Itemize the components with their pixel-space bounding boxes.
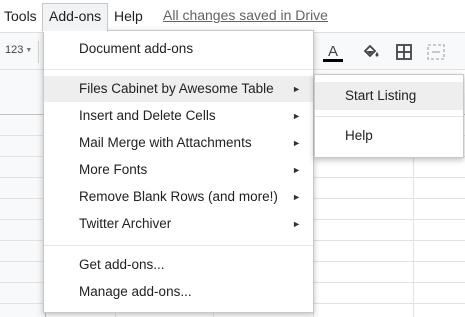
menu-item-manage-addons[interactable]: Manage add-ons...	[44, 279, 313, 305]
menu-item-insert-delete-cells[interactable]: Insert and Delete Cells ►	[44, 103, 313, 129]
menu-item-label: Manage add-ons...	[79, 284, 192, 299]
menu-item-label: More Fonts	[79, 162, 148, 177]
saved-status-link[interactable]: All changes saved in Drive	[163, 7, 328, 23]
menu-addons[interactable]: Add-ons	[42, 3, 109, 32]
menu-item-files-cabinet[interactable]: Files Cabinet by Awesome Table ►	[44, 76, 313, 102]
menu-help[interactable]: Help	[108, 4, 149, 28]
menu-divider	[44, 245, 313, 246]
menu-item-label: Twitter Archiver	[79, 216, 172, 231]
menu-item-document-addons[interactable]: Document add-ons	[44, 36, 313, 62]
more-formats-button[interactable]: 123 ▼	[5, 44, 32, 56]
submenu-arrow-icon: ►	[292, 192, 301, 202]
menu-item-label: Get add-ons...	[79, 257, 165, 272]
toolbar-divider	[38, 41, 39, 63]
submenu-arrow-icon: ►	[292, 84, 301, 94]
text-color-icon[interactable]: A	[321, 40, 345, 64]
menu-bar: Tools Add-ons Help All changes saved in …	[0, 0, 465, 32]
submenu-arrow-icon: ►	[292, 219, 301, 229]
menu-item-label: Remove Blank Rows (and more!)	[79, 189, 278, 204]
menu-tools[interactable]: Tools	[0, 4, 43, 28]
submenu-item-start-listing[interactable]: Start Listing	[315, 82, 463, 110]
submenu-arrow-icon: ►	[292, 165, 301, 175]
svg-text:A: A	[328, 43, 338, 60]
submenu-arrow-icon: ►	[292, 111, 301, 121]
menu-item-label: Files Cabinet by Awesome Table	[79, 81, 274, 96]
more-formats-label: 123	[5, 44, 24, 56]
submenu-item-help[interactable]: Help	[315, 122, 463, 150]
menu-divider	[44, 69, 313, 70]
menu-item-label: Mail Merge with Attachments	[79, 135, 252, 150]
menu-item-remove-blank-rows[interactable]: Remove Blank Rows (and more!) ►	[44, 184, 313, 210]
submenu-divider	[315, 116, 463, 117]
merge-cells-icon[interactable]	[424, 40, 448, 64]
submenu-item-label: Start Listing	[345, 88, 417, 103]
menu-item-more-fonts[interactable]: More Fonts ►	[44, 157, 313, 183]
addons-dropdown-menu: Document add-ons Files Cabinet by Awesom…	[43, 30, 314, 313]
borders-icon[interactable]	[392, 40, 416, 64]
menu-item-get-addons[interactable]: Get add-ons...	[44, 252, 313, 278]
menu-item-label: Document add-ons	[79, 41, 194, 56]
menu-item-twitter-archiver[interactable]: Twitter Archiver ►	[44, 211, 313, 237]
fill-color-icon[interactable]	[359, 40, 383, 64]
files-cabinet-submenu: Start Listing Help	[314, 74, 464, 158]
menu-item-label: Insert and Delete Cells	[79, 108, 216, 123]
chevron-down-icon: ▼	[25, 46, 33, 54]
menu-item-mail-merge[interactable]: Mail Merge with Attachments ►	[44, 130, 313, 156]
submenu-item-label: Help	[345, 128, 373, 143]
submenu-arrow-icon: ►	[292, 138, 301, 148]
